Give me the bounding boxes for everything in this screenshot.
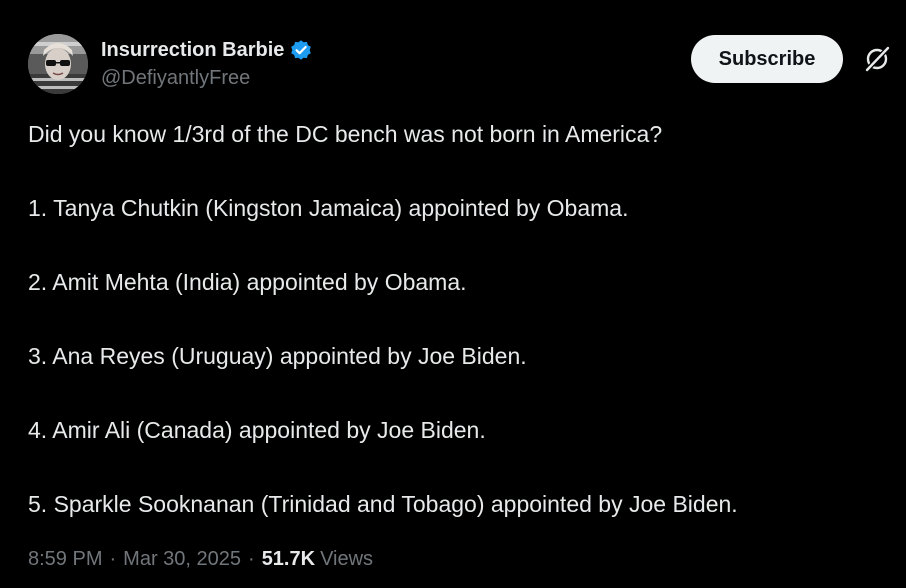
avatar-image	[28, 34, 88, 94]
post-container: Insurrection Barbie @DefiyantlyFree Subs…	[0, 0, 906, 588]
author-display-name[interactable]: Insurrection Barbie	[101, 39, 284, 62]
list-item: 3. Ana Reyes (Uruguay) appointed by Joe …	[28, 343, 527, 369]
list-item: 5. Sparkle Sooknanan (Trinidad and Tobag…	[28, 491, 738, 517]
post-time[interactable]: 8:59 PM	[28, 548, 102, 571]
list-item: 4. Amir Ali (Canada) appointed by Joe Bi…	[28, 417, 486, 443]
meta-separator: ·	[248, 548, 255, 570]
avatar[interactable]	[28, 34, 88, 94]
list-item: 1. Tanya Chutkin (Kingston Jamaica) appo…	[28, 195, 629, 221]
post-date[interactable]: Mar 30, 2025	[123, 548, 241, 571]
grok-icon[interactable]	[863, 45, 891, 73]
author-handle[interactable]: @DefiyantlyFree	[101, 67, 250, 90]
author-name-row[interactable]: Insurrection Barbie	[101, 37, 313, 63]
meta-separator: ·	[109, 548, 117, 570]
post-text: Did you know 1/3rd of the DC bench was n…	[28, 118, 888, 520]
views-label: Views	[320, 548, 374, 570]
post-meta: 8:59 PM · Mar 30, 2025 · 51.7K Views	[28, 548, 373, 571]
verified-badge-icon[interactable]	[289, 38, 313, 62]
views-count: 51.7K	[261, 548, 316, 570]
list-item: 2. Amit Mehta (India) appointed by Obama…	[28, 269, 467, 295]
subscribe-button[interactable]: Subscribe	[691, 35, 843, 83]
post-intro: Did you know 1/3rd of the DC bench was n…	[28, 121, 663, 147]
